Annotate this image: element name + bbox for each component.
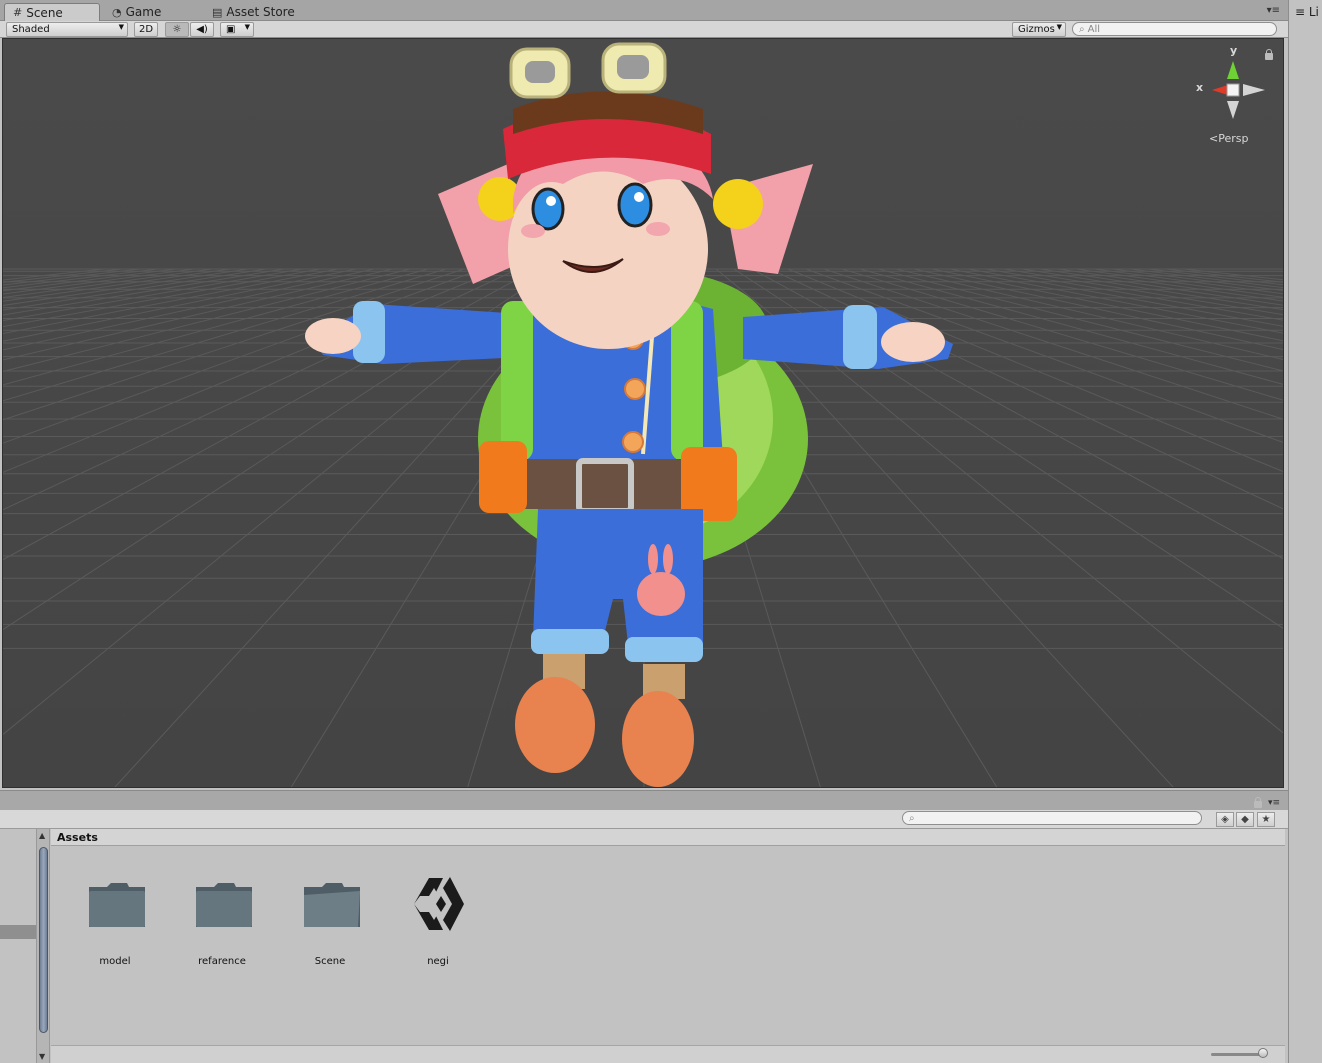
lighting-toggle-button[interactable]: ☼ — [165, 22, 189, 37]
lock-icon[interactable] — [1265, 49, 1273, 60]
star-icon: ★ — [1261, 814, 1271, 825]
asset-item-negi[interactable]: negi — [390, 874, 486, 974]
scene-viewport[interactable]: y x <Persp — [2, 38, 1284, 788]
scene-search-input[interactable]: ⌕ All — [1072, 22, 1277, 36]
scene-render — [3, 39, 1283, 787]
unity-logo-icon — [410, 874, 470, 934]
pacman-icon: ◔ — [112, 5, 122, 19]
folder-icon — [302, 874, 362, 934]
projection-toggle[interactable]: <Persp — [1209, 132, 1248, 145]
menu-icon: ≡ — [1295, 5, 1309, 19]
gizmos-label: Gizmos — [1018, 24, 1055, 35]
asset-label-model: model — [99, 956, 131, 967]
effects-dropdown[interactable]: ▣ ▼ — [220, 22, 254, 37]
right-panel-strip: ≡ Li — [1288, 0, 1322, 1063]
gizmo-y-label: y — [1230, 44, 1238, 57]
folder-tree-scrollbar[interactable]: ▲ ▼ — [36, 829, 50, 1063]
asset-label-negi: negi — [427, 956, 449, 967]
panel-splitter[interactable]: ▾≡ — [0, 790, 1288, 810]
tab-scene[interactable]: # Scene — [4, 3, 100, 21]
asset-label-scene: Scene — [314, 956, 346, 967]
search-by-label-button[interactable]: ◆ — [1236, 812, 1254, 827]
search-by-type-button[interactable]: ◈ — [1216, 812, 1234, 827]
breadcrumb-assets[interactable]: Assets — [57, 831, 98, 844]
unity-editor: # Scene ◔ Game ▤ Asset Store ▾≡ ≡ Li Sha… — [0, 0, 1322, 1063]
toggle-2d-button[interactable]: 2D — [134, 22, 158, 37]
back-arrow-icon: < — [1209, 132, 1219, 145]
asset-item-model[interactable]: model — [67, 874, 163, 974]
scroll-down-icon[interactable]: ▼ — [39, 1052, 45, 1061]
favorites-button[interactable]: ★ — [1257, 812, 1275, 827]
asset-label-refarence: refarence — [198, 956, 246, 967]
filter-type-icon: ◈ — [1221, 814, 1229, 825]
tab-scene-label: Scene — [26, 5, 63, 20]
folder-icon — [194, 874, 254, 934]
panel-menu-icon[interactable]: ▾≡ — [1268, 798, 1280, 808]
folder-icon — [87, 874, 147, 934]
projection-label: Persp — [1218, 132, 1249, 145]
project-toolbar: ⌕ ◈ ◆ ★ — [0, 810, 1288, 829]
icon-size-slider[interactable] — [1211, 1053, 1263, 1056]
breadcrumb: Assets — [51, 829, 1285, 846]
tab-menu-icon[interactable]: ▾≡ — [1267, 5, 1280, 16]
scene-search-placeholder: All — [1087, 23, 1101, 35]
shading-mode-dropdown[interactable]: Shaded ▼ — [6, 22, 128, 37]
image-icon: ▣ — [226, 24, 236, 35]
scrollbar-thumb[interactable] — [39, 847, 48, 1033]
toggle-2d-label: 2D — [138, 24, 154, 35]
lock-icon[interactable] — [1254, 797, 1262, 808]
search-icon: ⌕ — [909, 812, 915, 824]
assets-grid: model refarence Scene negi — [51, 846, 1285, 1045]
tab-game[interactable]: ◔ Game — [104, 3, 169, 21]
tab-lighting[interactable]: ≡ Li — [1295, 5, 1319, 19]
tag-icon: ◆ — [1241, 814, 1249, 825]
tab-asset-store-label: Asset Store — [226, 5, 295, 19]
tab-lighting-label: Li — [1308, 5, 1319, 19]
asset-item-scene[interactable]: Scene — [282, 874, 378, 974]
project-search-input[interactable]: ⌕ — [902, 811, 1202, 825]
folder-tree-selection[interactable] — [0, 925, 36, 939]
project-status-bar — [51, 1045, 1285, 1063]
project-folder-tree[interactable] — [0, 829, 36, 1063]
store-icon: ▤ — [212, 5, 223, 19]
speaker-icon: ◀) — [196, 24, 208, 35]
chevron-down-icon: ▼ — [244, 23, 250, 31]
scene-tab-bar: # Scene ◔ Game ▤ Asset Store ▾≡ — [0, 0, 1288, 21]
audio-toggle-button[interactable]: ◀) — [190, 22, 214, 37]
scene-toolbar: Shaded ▼ 2D ☼ ◀) ▣ ▼ Gizmos ▼ ⌕ All — [0, 21, 1288, 38]
grid-icon: # — [13, 6, 23, 19]
tab-asset-store[interactable]: ▤ Asset Store — [204, 3, 303, 21]
chevron-down-icon: ▼ — [1056, 23, 1062, 31]
tab-game-label: Game — [125, 5, 162, 19]
scroll-up-icon[interactable]: ▲ — [39, 831, 45, 840]
shading-mode-label: Shaded — [12, 24, 50, 35]
asset-item-refarence[interactable]: refarence — [174, 874, 270, 974]
icon-size-slider-thumb[interactable] — [1258, 1048, 1268, 1058]
chevron-down-icon: ▼ — [118, 23, 124, 31]
sun-icon: ☼ — [172, 24, 182, 35]
gizmos-dropdown[interactable]: Gizmos ▼ — [1012, 22, 1066, 37]
gizmo-x-label: x — [1196, 81, 1204, 94]
search-icon: ⌕ — [1079, 23, 1085, 35]
